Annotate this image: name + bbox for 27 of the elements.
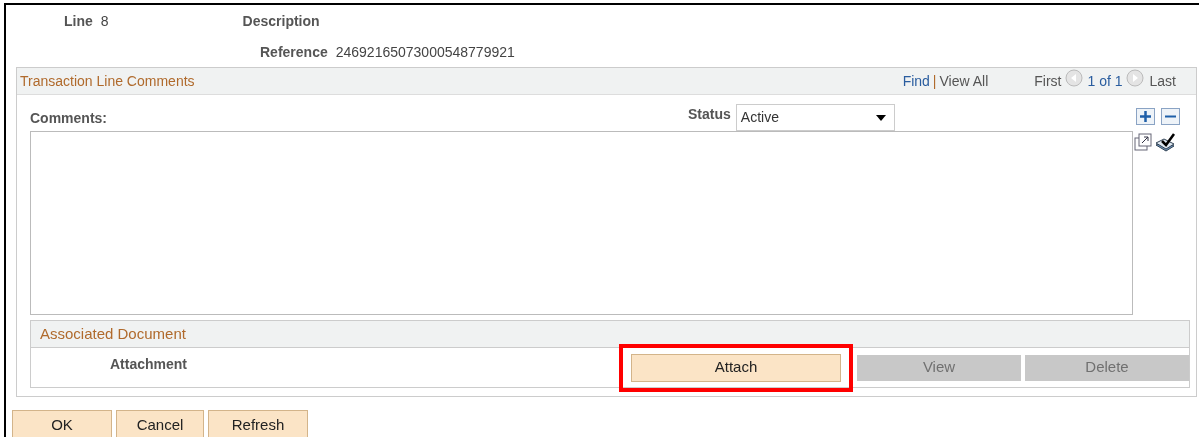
line-label: Line xyxy=(64,11,93,31)
action-button[interactable]: OK xyxy=(12,410,112,437)
row-position: 1 of 1 xyxy=(1087,71,1123,91)
panel-title: Associated Document xyxy=(40,323,186,344)
line-value: 8 xyxy=(100,11,109,31)
action-button[interactable]: Attach xyxy=(631,353,841,382)
spell-check-icon[interactable] xyxy=(1154,133,1176,153)
delete-row-icon[interactable] xyxy=(1161,108,1180,125)
find-link[interactable]: Find xyxy=(902,70,930,92)
attachment-label: Attachment xyxy=(110,355,188,374)
comments-label: Comments: xyxy=(30,109,107,128)
panel-title: Transaction Line Comments xyxy=(20,71,195,91)
next-icon[interactable] xyxy=(1125,69,1144,87)
first-link[interactable]: First xyxy=(1034,70,1062,92)
action-button[interactable]: Refresh xyxy=(208,410,308,437)
dropdown-arrow-icon xyxy=(875,114,886,121)
add-row-icon[interactable] xyxy=(1136,108,1155,125)
separator: | xyxy=(932,71,937,91)
status-dropdown[interactable]: Active xyxy=(735,104,895,131)
status-label: Status xyxy=(688,105,731,124)
action-button[interactable]: Cancel xyxy=(116,410,204,437)
view-all-link[interactable]: View All xyxy=(939,70,989,92)
last-link[interactable]: Last xyxy=(1149,70,1176,92)
reference-value: 24692165073000548779921 xyxy=(335,42,515,62)
description-label: Description xyxy=(242,11,320,31)
previous-icon[interactable] xyxy=(1064,69,1083,87)
reference-label: Reference xyxy=(260,42,328,62)
